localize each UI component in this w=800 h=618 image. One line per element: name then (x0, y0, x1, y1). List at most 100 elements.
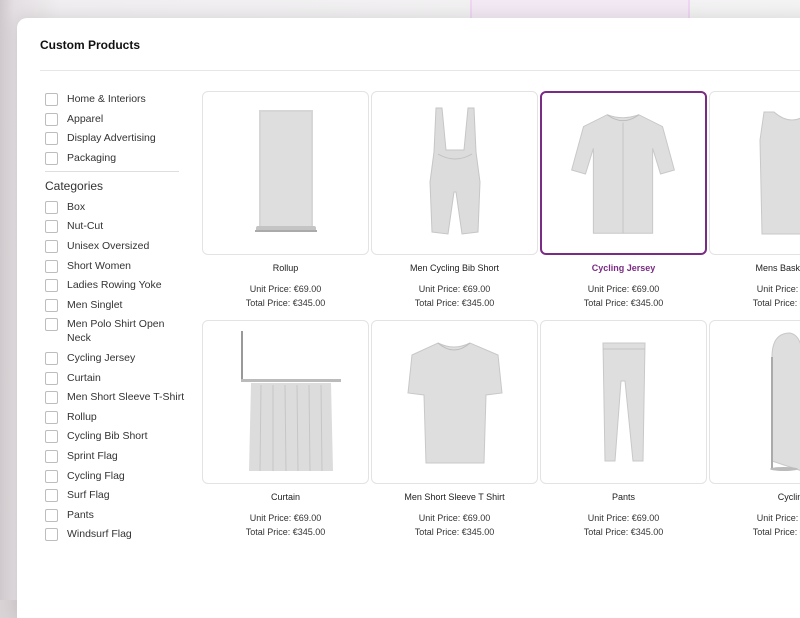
product-card[interactable]: Cycling Unit Price: €69.00 Total Price: €3… (709, 320, 800, 539)
category-label: Cycling Jersey (67, 351, 136, 364)
category-checkbox[interactable] (45, 279, 58, 293)
total-price: Total Price: €345.00 (245, 298, 326, 308)
category-filter-row[interactable]: Nut-Cut (45, 219, 185, 234)
backdrop-highlight (470, 0, 690, 20)
category-filter-row[interactable]: Men Singlet (45, 298, 185, 312)
category-filter-row[interactable]: Sprint Flag (45, 449, 185, 463)
product-card[interactable]: Men Short Sleeve T Shirt Unit Price: €69.… (371, 320, 540, 539)
unit-price: Unit Price: €69.00 (587, 513, 660, 523)
category-checkbox[interactable] (45, 528, 58, 542)
unit-price: Unit Price: €69.00 (249, 513, 322, 523)
total-price: Total Price: €345.00 (414, 298, 495, 308)
category-checkbox[interactable] (45, 430, 58, 444)
curtain-image (241, 331, 341, 472)
category-checkbox[interactable] (45, 391, 58, 405)
category-checkbox[interactable] (45, 239, 58, 253)
category-checkbox[interactable] (45, 371, 58, 385)
category-checkbox[interactable] (45, 318, 58, 332)
category-label: Men Short Sleeve T-Shirt (67, 391, 185, 404)
unit-price: Unit Price: €69.00 (756, 284, 800, 294)
category-checkbox[interactable] (45, 259, 58, 273)
unit-price: Unit Price: €69.00 (418, 284, 491, 294)
product-card[interactable]: Men Cycling Bib Short Unit Price: €69.00 T… (371, 91, 540, 310)
modal-title: Custom Products (40, 38, 141, 52)
category-label: Pants (67, 508, 94, 521)
category-label: Rollup (67, 410, 97, 423)
category-label: Men Polo Shirt Open Neck (67, 318, 165, 345)
category-checkbox[interactable] (45, 489, 58, 503)
category-checkbox[interactable] (45, 351, 58, 365)
category-filter-row[interactable]: Ladies Rowing Yoke (45, 278, 185, 293)
category-checkbox[interactable] (45, 449, 58, 463)
tshirt-image (407, 342, 503, 464)
pants-image (602, 342, 646, 462)
category-filter-row[interactable]: Short Women (45, 259, 185, 273)
group-checkbox[interactable] (45, 151, 58, 165)
bib-short-image (429, 107, 481, 235)
category-label: Short Women (67, 259, 131, 272)
category-label: Curtain (67, 371, 101, 384)
group-label: Packaging (67, 151, 117, 164)
category-checkbox[interactable] (45, 410, 58, 424)
filter-group-list: Home & Interiors Apparel Display Advertisi… (45, 92, 185, 165)
group-filter-row[interactable]: Display Advertising (45, 131, 185, 146)
category-label: Men Singlet (67, 298, 123, 311)
category-label: Box (67, 200, 86, 213)
category-checkbox[interactable] (45, 200, 58, 214)
category-filter-row[interactable]: Pants (45, 508, 185, 522)
group-checkbox[interactable] (45, 112, 58, 126)
product-image-frame[interactable] (202, 91, 369, 255)
category-filter-row[interactable]: Men Polo Shirt Open Neck (45, 317, 185, 345)
product-name: Cycling (777, 492, 800, 502)
product-image-frame[interactable] (371, 320, 538, 484)
group-filter-row[interactable]: Packaging (45, 151, 185, 165)
product-image-frame[interactable] (709, 320, 800, 484)
product-card[interactable]: Cycling Jersey Unit Price: €69.00 Total Pr… (540, 91, 709, 310)
unit-price: Unit Price: €69.00 (418, 513, 491, 523)
product-card[interactable]: Rollup Unit Price: €69.00 Total Price: €34… (202, 91, 371, 310)
group-label: Home & Interiors (67, 93, 146, 105)
category-label: Surf Flag (67, 489, 110, 502)
category-filter-row[interactable]: Windsurf Flag (45, 527, 185, 542)
category-filter-row[interactable]: Surf Flag (45, 488, 185, 503)
product-name: Curtain (270, 492, 300, 502)
category-checkbox[interactable] (45, 469, 58, 483)
category-checkbox[interactable] (45, 220, 58, 234)
total-price: Total Price: €345.00 (583, 298, 664, 308)
category-label: Sprint Flag (67, 449, 118, 462)
header-divider (40, 70, 800, 71)
category-filter-row[interactable]: Box (45, 200, 185, 214)
product-name: Mens Basketball F (755, 263, 800, 273)
category-checkbox[interactable] (45, 508, 58, 522)
product-card[interactable]: Mens Basketball F Unit Price: €69.00 Total… (709, 91, 800, 310)
group-filter-row[interactable]: Home & Interiors (45, 92, 185, 106)
category-label: Ladies Rowing Yoke (67, 279, 162, 292)
category-filter-row[interactable]: Cycling Jersey (45, 351, 185, 365)
category-label: Cycling Bib Short (67, 430, 148, 443)
product-image-frame[interactable] (202, 320, 369, 484)
product-image-frame[interactable] (371, 91, 538, 255)
product-card[interactable]: Curtain Unit Price: €69.00 Total Price: €3… (202, 320, 371, 539)
category-filter-row[interactable]: Cycling Bib Short (45, 429, 185, 444)
unit-price: Unit Price: €69.00 (587, 284, 660, 294)
sidebar-divider (45, 170, 179, 172)
category-filter-row[interactable]: Rollup (45, 410, 185, 424)
total-price: Total Price: €345.00 (752, 298, 800, 308)
product-image-frame[interactable] (709, 91, 800, 255)
category-filter-row[interactable]: Unisex Oversized (45, 239, 185, 253)
category-filter-row[interactable]: Men Short Sleeve T-Shirt (45, 390, 185, 405)
category-filter-row[interactable]: Cycling Flag (45, 469, 185, 483)
category-checkbox[interactable] (45, 298, 58, 312)
unit-price: Unit Price: €69.00 (756, 513, 800, 523)
product-name: Pants (611, 492, 635, 502)
categories-heading: Categories (45, 178, 104, 193)
group-label: Apparel (67, 112, 104, 125)
product-image-frame[interactable] (540, 320, 707, 484)
group-checkbox[interactable] (45, 132, 58, 146)
group-checkbox[interactable] (45, 93, 58, 106)
category-filter-row[interactable]: Curtain (45, 371, 185, 385)
product-card[interactable]: Pants Unit Price: €69.00 Total Price: €345… (540, 320, 709, 539)
group-filter-row[interactable]: Apparel (45, 112, 185, 126)
group-label: Display Advertising (67, 132, 156, 145)
product-image-frame[interactable] (540, 91, 707, 255)
